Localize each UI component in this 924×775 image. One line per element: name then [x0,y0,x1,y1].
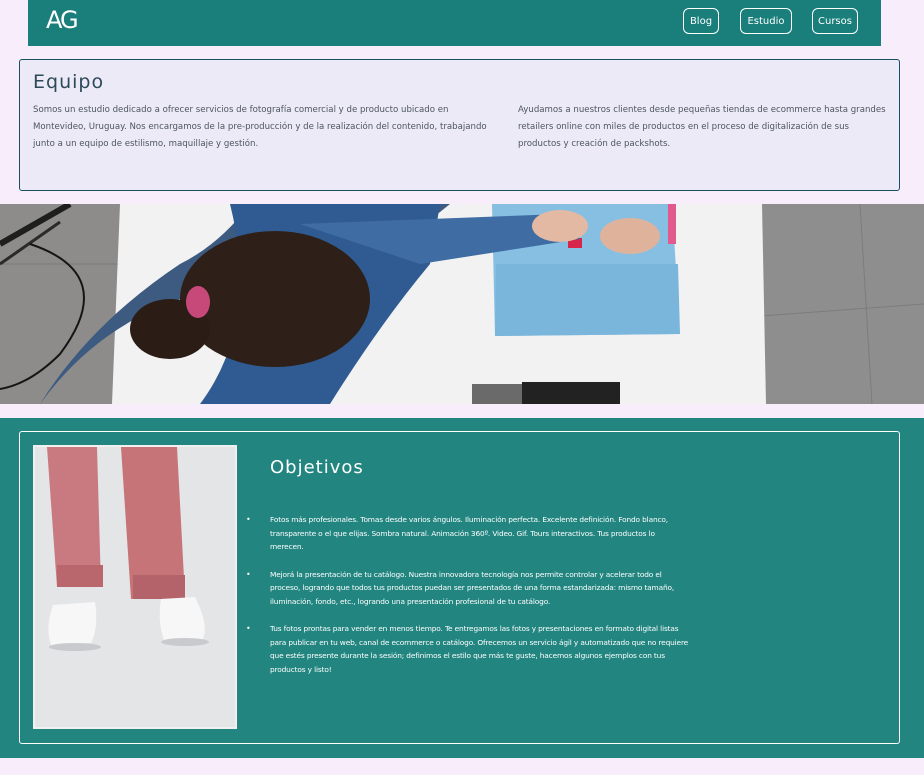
nav-link-cursos[interactable]: Cursos [812,8,858,34]
nav-link-estudio[interactable]: Estudio [740,8,792,34]
objetivos-title: Objetivos [270,457,364,478]
bullet-icon: • [246,569,251,579]
navbar: AG Blog Estudio Cursos [28,0,881,46]
bullet-icon: • [246,515,251,524]
objetivos-item: • Fotos más profesionales. Tomas desde va… [246,515,668,551]
equipo-title: Equipo [33,71,105,93]
bullet-icon: • [246,624,251,633]
objetivos-photo [33,445,237,729]
objetivos-section: Objetivos • Fotos más profesionales. Toma… [0,418,924,758]
objetivos-item: • Mejorá la presentación de tu catálogo. … [246,569,675,606]
logo[interactable]: AG [46,6,79,34]
equipo-text-left: Somos un estudio dedicado a ofrecer serv… [33,105,487,149]
equipo-text-right: Ayudamos a nuestros clientes desde peque… [518,105,886,149]
equipo-section: Equipo Somos un estudio dedicado a ofrec… [19,59,900,191]
nav-link-blog[interactable]: Blog [683,8,719,34]
objetivos-item: • Tus fotos prontas para vender en menos … [246,624,689,674]
objetivos-list: • Fotos más profesionales. Tomas desde va… [246,513,690,690]
hero-photo [0,204,924,404]
